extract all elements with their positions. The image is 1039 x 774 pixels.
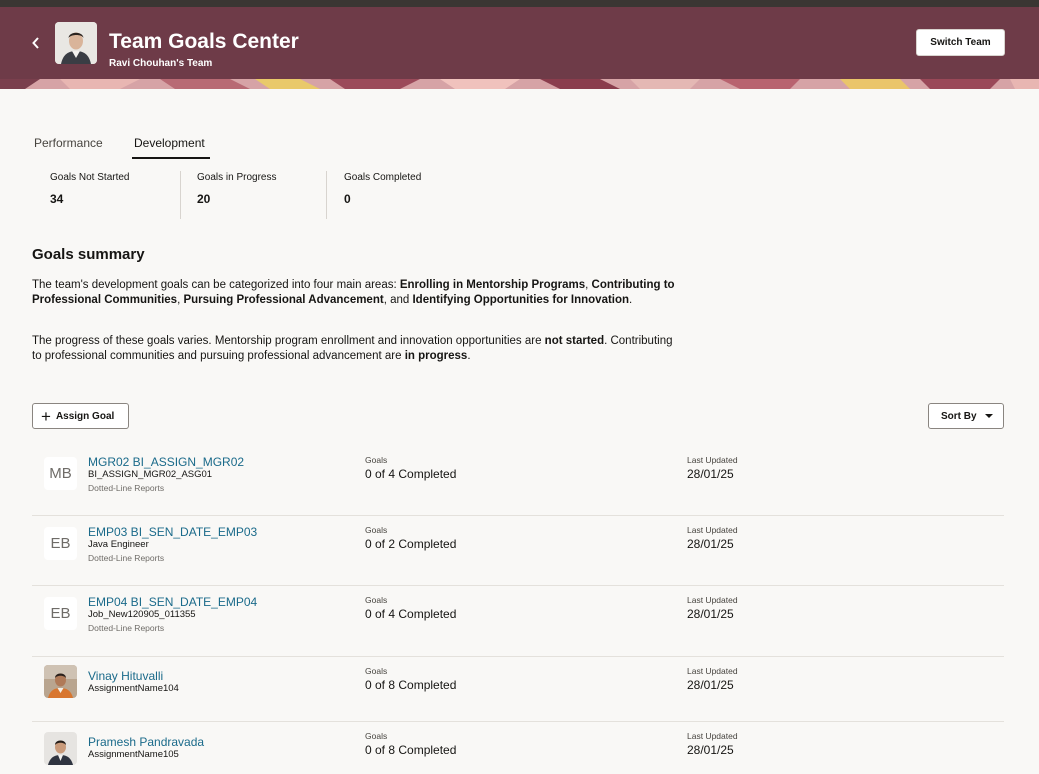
sort-by-button[interactable]: Sort By (928, 403, 1004, 429)
last-updated-label: Last Updated (687, 731, 738, 741)
last-updated-value: 28/01/25 (687, 467, 734, 481)
team-member-row[interactable]: MB MGR02 BI_ASSIGN_MGR02 BI_ASSIGN_MGR02… (32, 446, 1004, 516)
member-assignment: Java Engineer (88, 539, 149, 550)
member-assignment: AssignmentName105 (88, 749, 179, 760)
goals-value: 0 of 4 Completed (365, 607, 457, 621)
member-assignment: Job_New120905_011355 (88, 609, 196, 620)
team-member-row[interactable]: Vinay Hituvalli AssignmentName104 Goals … (32, 657, 1004, 722)
member-assignment: AssignmentName104 (88, 683, 179, 694)
sort-by-label: Sort By (941, 410, 977, 422)
metric-value: 20 (197, 192, 211, 206)
metric-label: Goals in Progress (197, 172, 277, 183)
goals-label: Goals (365, 731, 388, 741)
window-top-strip (0, 0, 1039, 7)
member-photo-avatar (44, 732, 77, 765)
metric-label: Goals Completed (344, 172, 422, 183)
goals-label: Goals (365, 595, 388, 605)
member-name-link[interactable]: EMP03 BI_SEN_DATE_EMP03 (88, 525, 257, 539)
goals-value: 0 of 8 Completed (365, 678, 457, 692)
team-manager-avatar (55, 22, 97, 64)
team-member-row[interactable]: EB EMP03 BI_SEN_DATE_EMP03 Java Engineer… (32, 516, 1004, 586)
member-initials-avatar: EB (44, 597, 77, 630)
member-name-link[interactable]: Pramesh Pandravada (88, 735, 204, 749)
back-button[interactable] (26, 32, 46, 54)
goals-value: 0 of 8 Completed (365, 743, 457, 757)
metric-value: 0 (344, 192, 351, 206)
header-decorative-pattern (0, 79, 1039, 89)
member-initials-avatar: EB (44, 527, 77, 560)
goals-summary-title: Goals summary (32, 246, 145, 263)
last-updated-value: 28/01/25 (687, 743, 734, 757)
switch-team-button[interactable]: Switch Team (916, 29, 1005, 56)
member-name-link[interactable]: Vinay Hituvalli (88, 669, 163, 683)
assign-goal-button[interactable]: + Assign Goal (32, 403, 129, 429)
last-updated-label: Last Updated (687, 525, 738, 535)
metric-value: 34 (50, 192, 64, 206)
metric-goals-not-started: Goals Not Started 34 (50, 171, 129, 219)
selected-tab-indicator (132, 157, 210, 159)
plus-icon: + (41, 406, 51, 426)
member-assignment: BI_ASSIGN_MGR02_ASG01 (88, 469, 213, 480)
member-name-link[interactable]: EMP04 BI_SEN_DATE_EMP04 (88, 595, 257, 609)
assign-goal-label: Assign Goal (55, 410, 115, 422)
goals-summary-paragraph-2: The progress of these goals varies. Ment… (32, 335, 673, 362)
member-relationship: Dotted-Line Reports (88, 553, 165, 563)
goals-label: Goals (365, 455, 388, 465)
member-relationship: Dotted-Line Reports (88, 483, 165, 493)
team-member-row[interactable]: Pramesh Pandravada AssignmentName105 Goa… (32, 722, 1004, 774)
member-name-link[interactable]: MGR02 BI_ASSIGN_MGR02 (88, 455, 244, 469)
last-updated-value: 28/01/25 (687, 537, 734, 551)
last-updated-label: Last Updated (687, 455, 738, 465)
last-updated-label: Last Updated (687, 666, 738, 676)
metric-label: Goals Not Started (50, 172, 130, 183)
last-updated-value: 28/01/25 (687, 607, 734, 621)
member-initials-avatar: MB (44, 457, 77, 490)
member-photo-avatar (44, 665, 77, 698)
metric-goals-completed: Goals Completed 0 (326, 171, 421, 219)
member-relationship: Dotted-Line Reports (88, 623, 165, 633)
metric-goals-in-progress: Goals in Progress 20 (180, 171, 276, 219)
page-header: Team Goals Center Ravi Chouhan's Team Sw… (0, 7, 1039, 79)
last-updated-label: Last Updated (687, 595, 738, 605)
last-updated-value: 28/01/25 (687, 678, 734, 692)
caret-down-icon (984, 414, 993, 418)
goals-label: Goals (365, 666, 388, 676)
page-subtitle: Ravi Chouhan's Team (109, 58, 213, 69)
chevron-left-icon (32, 37, 39, 49)
goals-value: 0 of 2 Completed (365, 537, 457, 551)
tab-development[interactable]: Development (134, 136, 205, 150)
tab-performance[interactable]: Performance (34, 136, 103, 150)
team-member-row[interactable]: EB EMP04 BI_SEN_DATE_EMP04 Job_New120905… (32, 586, 1004, 657)
page-title: Team Goals Center (109, 30, 299, 53)
goals-label: Goals (365, 525, 388, 535)
goals-value: 0 of 4 Completed (365, 467, 457, 481)
goals-summary-paragraph-1: The team's development goals can be cate… (32, 279, 675, 306)
